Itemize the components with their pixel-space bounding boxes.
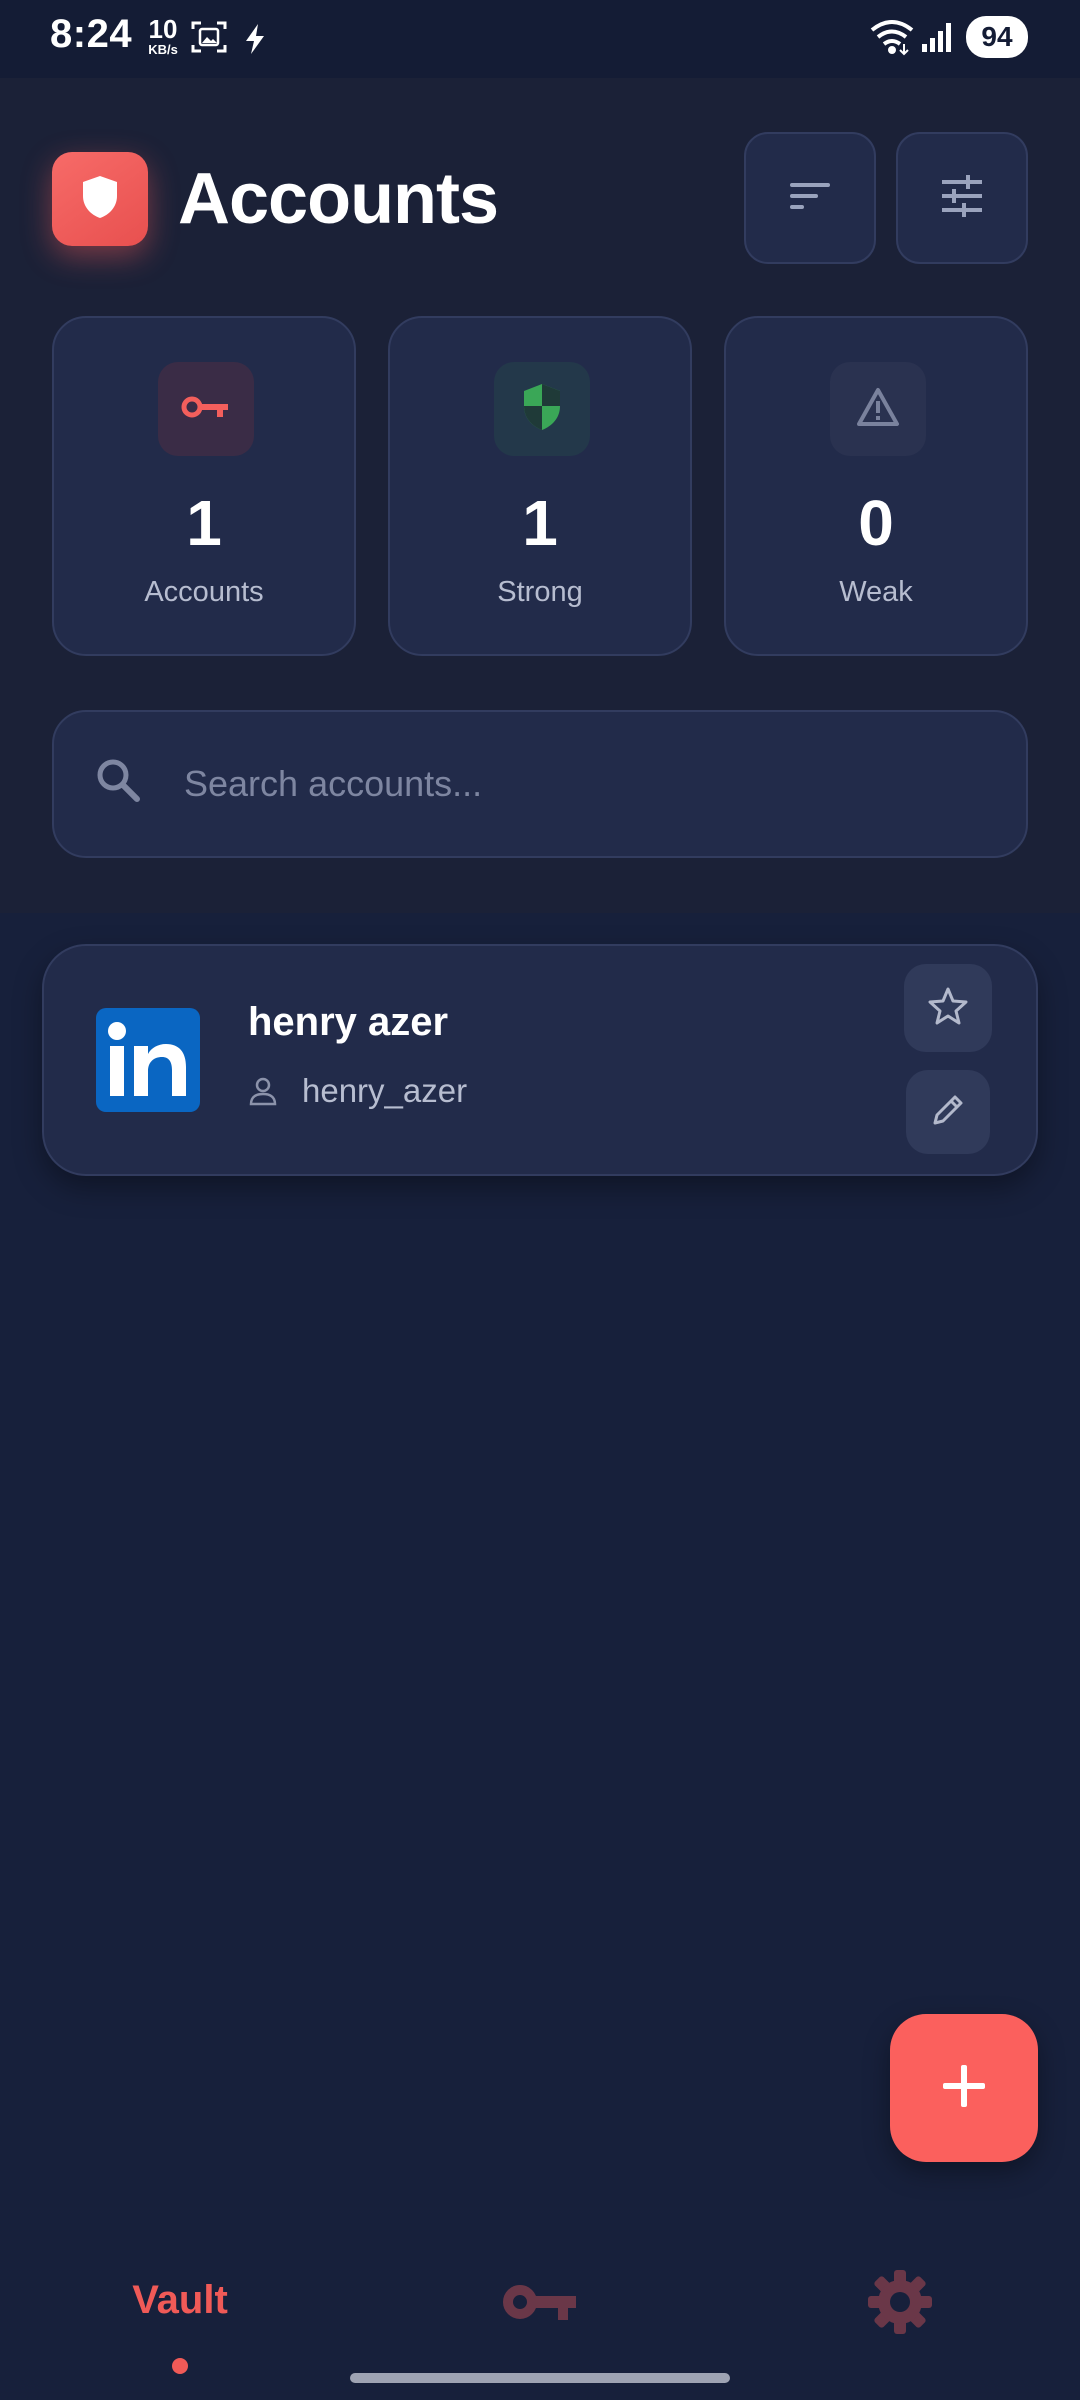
shield-icon (80, 174, 120, 225)
stat-card-accounts: 1 Accounts (52, 316, 356, 656)
stat-label: Accounts (144, 576, 264, 608)
nav-active-indicator (172, 2358, 188, 2374)
star-icon (928, 986, 968, 1031)
stat-label: Strong (497, 576, 583, 608)
nav-item-generator[interactable] (502, 2280, 578, 2329)
key-icon (181, 392, 231, 427)
account-name: henry azer (248, 1000, 449, 1044)
plus-icon (939, 2061, 989, 2116)
app-logo (52, 152, 148, 246)
favorite-button[interactable] (904, 964, 992, 1052)
pencil-icon (930, 1092, 966, 1133)
status-time: 8:24 (50, 12, 133, 56)
stat-icon-box (158, 362, 254, 456)
filter-button[interactable] (896, 132, 1028, 264)
shield-icon (521, 382, 563, 437)
stat-value: 0 (858, 487, 894, 559)
stat-card-weak: 0 Weak (724, 316, 1028, 656)
edit-button[interactable] (906, 1070, 990, 1154)
stat-card-strong: 1 Strong (388, 316, 692, 656)
stat-value: 1 (522, 487, 558, 559)
stat-value: 1 (186, 487, 222, 559)
account-username: henry_azer (302, 1072, 468, 1109)
battery-level: 94 (966, 16, 1028, 58)
network-speed: 10 KB/s (142, 16, 184, 56)
screenshot-icon (190, 18, 228, 61)
account-card[interactable]: henry azer henry_azer (42, 944, 1038, 1176)
nav-item-settings[interactable] (866, 2268, 934, 2341)
linkedin-logo (96, 1008, 200, 1112)
stat-label: Weak (839, 576, 913, 608)
search-input[interactable] (182, 752, 982, 816)
nav-item-vault[interactable]: Vault (100, 2278, 260, 2323)
gear-icon (866, 2270, 934, 2340)
key-icon (502, 2285, 578, 2328)
warning-icon (856, 387, 900, 432)
page-title: Accounts (178, 159, 499, 239)
add-account-button[interactable] (890, 2014, 1038, 2162)
tune-icon (940, 174, 984, 223)
charging-icon (242, 22, 268, 61)
person-icon (248, 1076, 278, 1111)
network-speed-value: 10 (148, 14, 178, 44)
search-icon (94, 756, 142, 809)
sort-icon (788, 179, 832, 218)
search-box[interactable] (52, 710, 1028, 858)
cellular-signal-icon (920, 20, 954, 59)
wifi-icon (870, 18, 914, 61)
network-speed-unit: KB/s (148, 42, 178, 57)
stat-icon-box (494, 362, 590, 456)
stat-icon-box (830, 362, 926, 456)
home-indicator[interactable] (350, 2373, 730, 2383)
sort-button[interactable] (744, 132, 876, 264)
status-bar: 8:24 10 KB/s 94 (0, 0, 1080, 78)
